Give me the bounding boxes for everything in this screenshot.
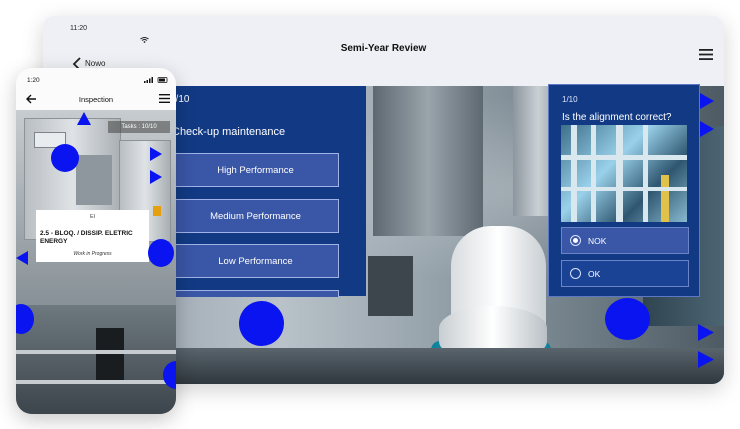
checklist-counter: 1/10 bbox=[562, 95, 578, 104]
rail bbox=[16, 380, 176, 384]
play-marker-icon[interactable] bbox=[700, 93, 714, 109]
radio-selected-icon[interactable] bbox=[570, 235, 581, 246]
pipe-horizontal bbox=[561, 187, 687, 191]
play-marker-icon[interactable] bbox=[698, 324, 714, 341]
question-card: 3/10 Check-up maintenance High Performan… bbox=[163, 86, 366, 297]
black-cylinder bbox=[96, 328, 124, 383]
control-panel bbox=[76, 155, 112, 205]
checklist-panel: 1/10 Is the alignment correct? NOK OK bbox=[548, 84, 700, 297]
play-marker-icon[interactable] bbox=[698, 351, 714, 368]
signal-battery-icon bbox=[144, 77, 168, 83]
radio-option-label: OK bbox=[588, 268, 601, 279]
phone-frame: 1:20 Inspection Tasks : 10/10 El 2.5 - B… bbox=[16, 68, 176, 414]
radio-option-label: NOK bbox=[588, 235, 607, 246]
warning-label bbox=[153, 206, 161, 216]
pipes-photo bbox=[561, 125, 687, 222]
play-left-marker-icon[interactable] bbox=[16, 251, 28, 265]
task-title: 2.5 - BLOQ. / DISSIP. ELETRIC ENERGY bbox=[40, 230, 133, 245]
question-title: Check-up maintenance bbox=[172, 126, 286, 138]
pipe bbox=[616, 125, 623, 222]
circle-marker-icon[interactable] bbox=[148, 239, 174, 267]
circle-marker-icon[interactable] bbox=[605, 298, 650, 340]
rail bbox=[16, 350, 176, 354]
task-code: El bbox=[90, 214, 95, 220]
yellow-pipe bbox=[661, 175, 669, 222]
radio-option-ok[interactable]: OK bbox=[561, 260, 689, 287]
page-title: Semi-Year Review bbox=[340, 43, 427, 54]
tasks-badge: Tasks : 10/10 bbox=[108, 121, 170, 133]
pipe bbox=[571, 125, 577, 222]
tablet-status-time: 11:20 bbox=[70, 25, 87, 32]
pipe-horizontal bbox=[561, 155, 687, 160]
hamburger-menu-icon[interactable] bbox=[699, 49, 713, 60]
pipe bbox=[591, 125, 596, 222]
hamburger-menu-icon[interactable] bbox=[159, 94, 170, 103]
pipe bbox=[643, 125, 648, 222]
radio-option-nok[interactable]: NOK bbox=[561, 227, 689, 254]
option-next-partial bbox=[172, 290, 339, 297]
radio-unselected-icon[interactable] bbox=[570, 268, 581, 279]
circle-marker-icon[interactable] bbox=[51, 144, 79, 172]
option-medium-performance[interactable]: Medium Performance bbox=[172, 199, 339, 233]
phone-status-time: 1:20 bbox=[27, 77, 40, 84]
circle-marker-icon[interactable] bbox=[239, 301, 284, 346]
phone-page-title: Inspection bbox=[78, 95, 114, 104]
task-card[interactable]: El 2.5 - BLOQ. / DISSIP. ELETRIC ENERGY … bbox=[36, 210, 149, 262]
checklist-question: Is the alignment correct? bbox=[562, 112, 672, 123]
back-button-label[interactable]: Nowo bbox=[85, 59, 105, 68]
play-marker-icon[interactable] bbox=[700, 121, 714, 137]
play-marker-icon[interactable] bbox=[150, 147, 162, 161]
option-high-performance[interactable]: High Performance bbox=[172, 153, 339, 187]
play-marker-icon[interactable] bbox=[150, 170, 162, 184]
task-status: Work in Progress bbox=[73, 251, 112, 257]
machine-column bbox=[373, 86, 483, 236]
gripper bbox=[368, 256, 413, 316]
robot-base bbox=[439, 306, 547, 351]
triangle-up-marker-icon[interactable] bbox=[77, 112, 91, 125]
option-low-performance[interactable]: Low Performance bbox=[172, 244, 339, 278]
